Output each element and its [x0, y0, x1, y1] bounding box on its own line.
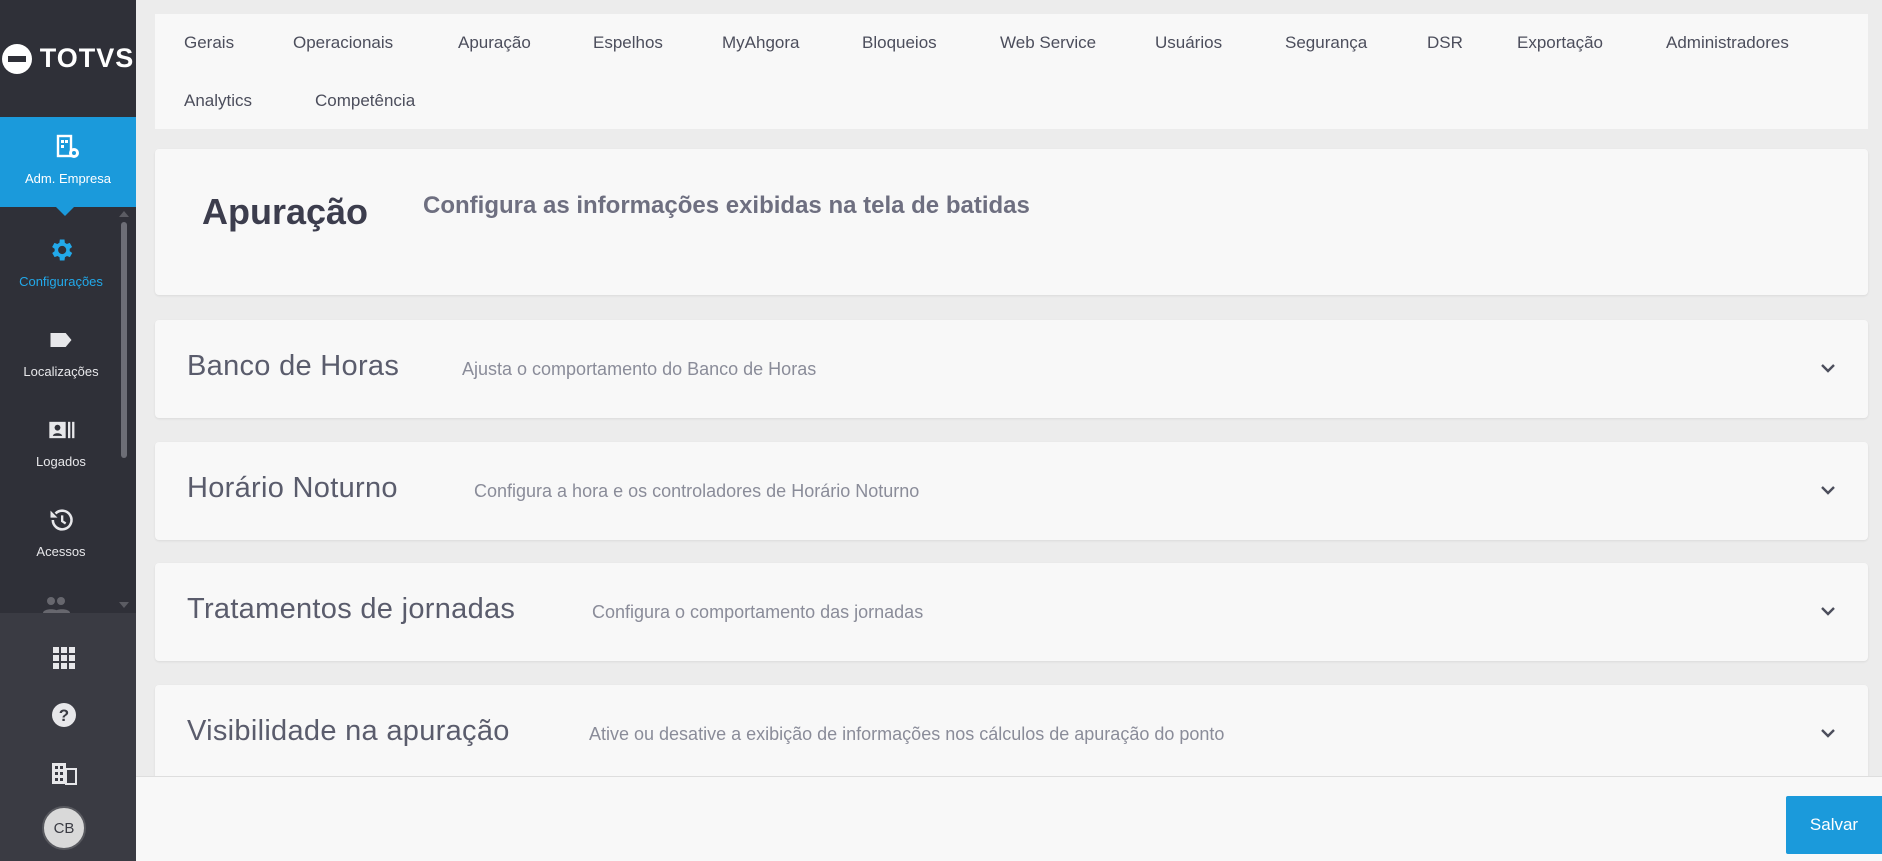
chevron-down-icon[interactable]	[1818, 358, 1838, 378]
section-description: Configura a hora e os controladores de H…	[474, 481, 920, 501]
settings-tabs: Gerais Operacionais Apuração Espelhos My…	[155, 14, 1868, 129]
sidebar-item-localizacoes[interactable]: Localizações	[0, 310, 122, 396]
tag-icon	[50, 333, 72, 347]
section-description: Ajusta o comportamento do Banco de Horas	[462, 359, 817, 379]
tab-web-service[interactable]: Web Service	[1000, 33, 1096, 53]
sidebar-item-label: Configurações	[19, 274, 103, 289]
page-subtitle: Configura as informações exibidas na tel…	[423, 192, 1030, 219]
tab-bloqueios[interactable]: Bloqueios	[862, 33, 937, 53]
sidebar-item-configuracoes[interactable]: Configurações	[0, 220, 122, 306]
sidebar-item-logados[interactable]: Logados	[0, 400, 122, 486]
badge-list-icon	[49, 421, 75, 439]
page-title: Apuração	[202, 191, 369, 232]
scroll-up-arrow[interactable]	[119, 211, 129, 217]
tab-usuarios[interactable]: Usuários	[1155, 33, 1222, 53]
gear-icon	[52, 239, 73, 261]
section-tratamentos-de-jornadas[interactable]: Tratamentos de jornadas Configura o comp…	[155, 563, 1868, 661]
chevron-down-icon[interactable]	[1818, 601, 1838, 621]
tab-administradores[interactable]: Administradores	[1666, 33, 1789, 53]
history-icon	[50, 509, 73, 531]
company-icon[interactable]	[48, 757, 80, 789]
tab-seguranca[interactable]: Segurança	[1285, 33, 1367, 53]
tab-exportacao[interactable]: Exportação	[1517, 33, 1603, 53]
tab-analytics[interactable]: Analytics	[184, 91, 252, 111]
section-title: Tratamentos de jornadas	[187, 593, 516, 625]
brand-name: TOTVS	[39, 43, 135, 73]
help-icon[interactable]: ?	[48, 699, 80, 731]
apps-grid-icon[interactable]	[48, 642, 80, 674]
user-avatar[interactable]: CB	[42, 806, 86, 850]
tab-apuracao[interactable]: Apuração	[458, 33, 531, 53]
totvs-logo[interactable]: TOTVS	[0, 0, 136, 117]
chevron-down-icon[interactable]	[1818, 723, 1838, 743]
page-header-card: Apuração Configura as informações exibid…	[155, 149, 1868, 295]
save-button[interactable]: Salvar	[1786, 796, 1882, 854]
section-visibilidade-na-apuracao[interactable]: Visibilidade na apuração Ative ou desati…	[155, 685, 1868, 783]
people-icon[interactable]	[40, 595, 72, 613]
section-banco-de-horas[interactable]: Banco de Horas Ajusta o comportamento do…	[155, 320, 1868, 418]
footer-bar: Salvar	[136, 776, 1882, 861]
module-label: Adm. Empresa	[25, 171, 111, 186]
svg-text:?: ?	[59, 706, 69, 725]
module-adm-empresa[interactable]: Adm. Empresa	[0, 117, 136, 216]
sidebar-item-acessos[interactable]: Acessos	[0, 490, 122, 576]
sidebar-item-label: Localizações	[23, 364, 99, 379]
section-horario-noturno[interactable]: Horário Noturno Configura a hora e os co…	[155, 442, 1868, 540]
tab-myahgora[interactable]: MyAhgora	[722, 33, 799, 53]
section-title: Banco de Horas	[187, 350, 400, 382]
sidebar-item-label: Logados	[36, 454, 86, 469]
tab-competencia[interactable]: Competência	[315, 91, 415, 111]
section-description: Ative ou desative a exibição de informaç…	[589, 724, 1225, 744]
tab-espelhos[interactable]: Espelhos	[593, 33, 663, 53]
totvs-logo-mark	[1, 43, 32, 74]
tab-gerais[interactable]: Gerais	[184, 33, 234, 53]
scroll-down-arrow[interactable]	[119, 602, 129, 608]
tab-operacionais[interactable]: Operacionais	[293, 33, 393, 53]
tab-dsr[interactable]: DSR	[1427, 33, 1463, 53]
building-gear-icon	[56, 134, 79, 158]
section-title: Visibilidade na apuração	[187, 715, 510, 747]
chevron-down-icon[interactable]	[1818, 480, 1838, 500]
sidebar: TOTVS Adm. Empresa Configurações Localiz…	[0, 0, 136, 861]
section-description: Configura o comportamento das jornadas	[592, 602, 924, 622]
sidebar-item-label: Acessos	[36, 544, 86, 559]
section-title: Horário Noturno	[187, 472, 398, 504]
